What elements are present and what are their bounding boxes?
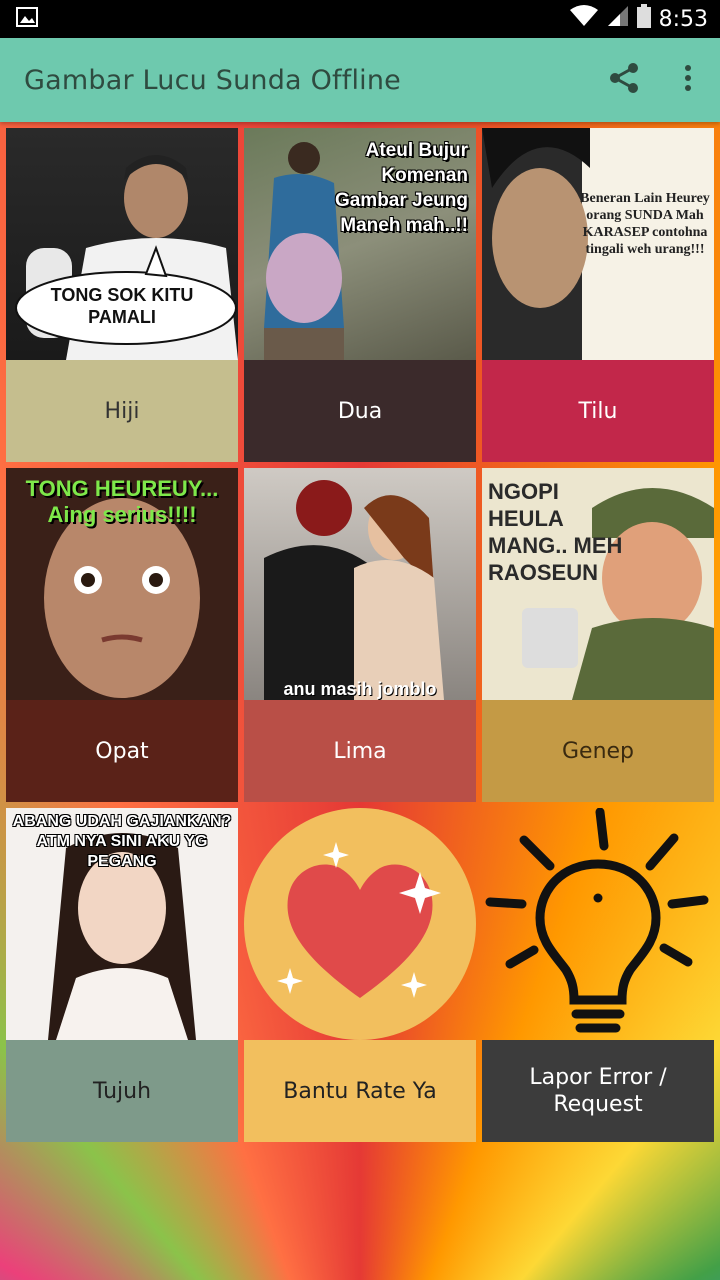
card-label: Genep — [482, 700, 714, 802]
card-hiji[interactable]: TONG SOK KITU PAMALI Hiji — [6, 128, 238, 462]
card-label: Opat — [6, 700, 238, 802]
card-dua[interactable]: Ateul Bujur Komenan Gambar Jeung Maneh m… — [244, 128, 476, 462]
meme-thumbnail: ABANG UDAH GAJIANKAN? ATM NYA SINI AKU Y… — [6, 808, 238, 1040]
meme-thumbnail: Beneran Lain Heurey orang SUNDA Mah KARA… — [482, 128, 714, 360]
overflow-menu-icon — [684, 64, 692, 96]
battery-icon — [636, 4, 651, 34]
meme-thumbnail: anu masih jomblo — [244, 468, 476, 700]
overflow-menu-button[interactable] — [656, 38, 720, 122]
card-tujuh[interactable]: ABANG UDAH GAJIANKAN? ATM NYA SINI AKU Y… — [6, 808, 238, 1142]
heart-icon-tile — [244, 808, 476, 1040]
card-label: Tujuh — [6, 1040, 238, 1142]
card-label: Tilu — [482, 360, 714, 462]
card-label: Bantu Rate Ya — [244, 1040, 476, 1142]
meme-caption: ABANG UDAH GAJIANKAN? ATM NYA SINI AKU Y… — [12, 813, 232, 870]
card-label: Dua — [244, 360, 476, 462]
image-icon — [16, 7, 38, 31]
meme-caption: anu masih jomblo — [283, 679, 437, 699]
meme-thumbnail: TONG SOK KITU PAMALI — [6, 128, 238, 360]
meme-caption: TONG SOK KITU PAMALI — [50, 285, 194, 327]
meme-caption: Beneran Lain Heurey orang SUNDA Mah KARA… — [580, 191, 710, 257]
card-label: Lapor Error / Request — [482, 1040, 714, 1142]
meme-thumbnail: TONG HEUREUY... Aing serius!!!! — [6, 468, 238, 700]
signal-icon — [607, 5, 629, 33]
card-label: Lima — [244, 700, 476, 802]
meme-thumbnail: Ateul Bujur Komenan Gambar Jeung Maneh m… — [244, 128, 476, 360]
meme-caption: TONG HEUREUY... Aing serius!!!! — [25, 476, 219, 527]
card-report-error[interactable]: Lapor Error / Request — [482, 808, 714, 1142]
meme-caption: NGOPI HEULA MANG.. MEH RAOSEUN — [488, 479, 623, 585]
share-icon — [609, 62, 639, 98]
card-label: Hiji — [6, 360, 238, 462]
heart-icon — [244, 808, 476, 1040]
wifi-icon — [569, 5, 599, 33]
card-lima[interactable]: anu masih jomblo Lima — [244, 468, 476, 802]
status-bar: 8:53 — [0, 0, 720, 38]
lightbulb-icon — [485, 808, 709, 1033]
meme-caption: Ateul Bujur Komenan Gambar Jeung Maneh m… — [334, 140, 468, 236]
meme-thumbnail: NGOPI HEULA MANG.. MEH RAOSEUN — [482, 468, 714, 700]
app-title: Gambar Lucu Sunda Offline — [24, 64, 401, 96]
app-bar: Gambar Lucu Sunda Offline — [0, 38, 720, 122]
card-rate-app[interactable]: Bantu Rate Ya — [244, 808, 476, 1142]
lightbulb-icon-tile — [482, 808, 714, 1040]
card-genep[interactable]: NGOPI HEULA MANG.. MEH RAOSEUN Genep — [482, 468, 714, 802]
card-opat[interactable]: TONG HEUREUY... Aing serius!!!! Opat — [6, 468, 238, 802]
clock: 8:53 — [658, 6, 708, 32]
share-button[interactable] — [592, 38, 656, 122]
card-tilu[interactable]: Beneran Lain Heurey orang SUNDA Mah KARA… — [482, 128, 714, 462]
